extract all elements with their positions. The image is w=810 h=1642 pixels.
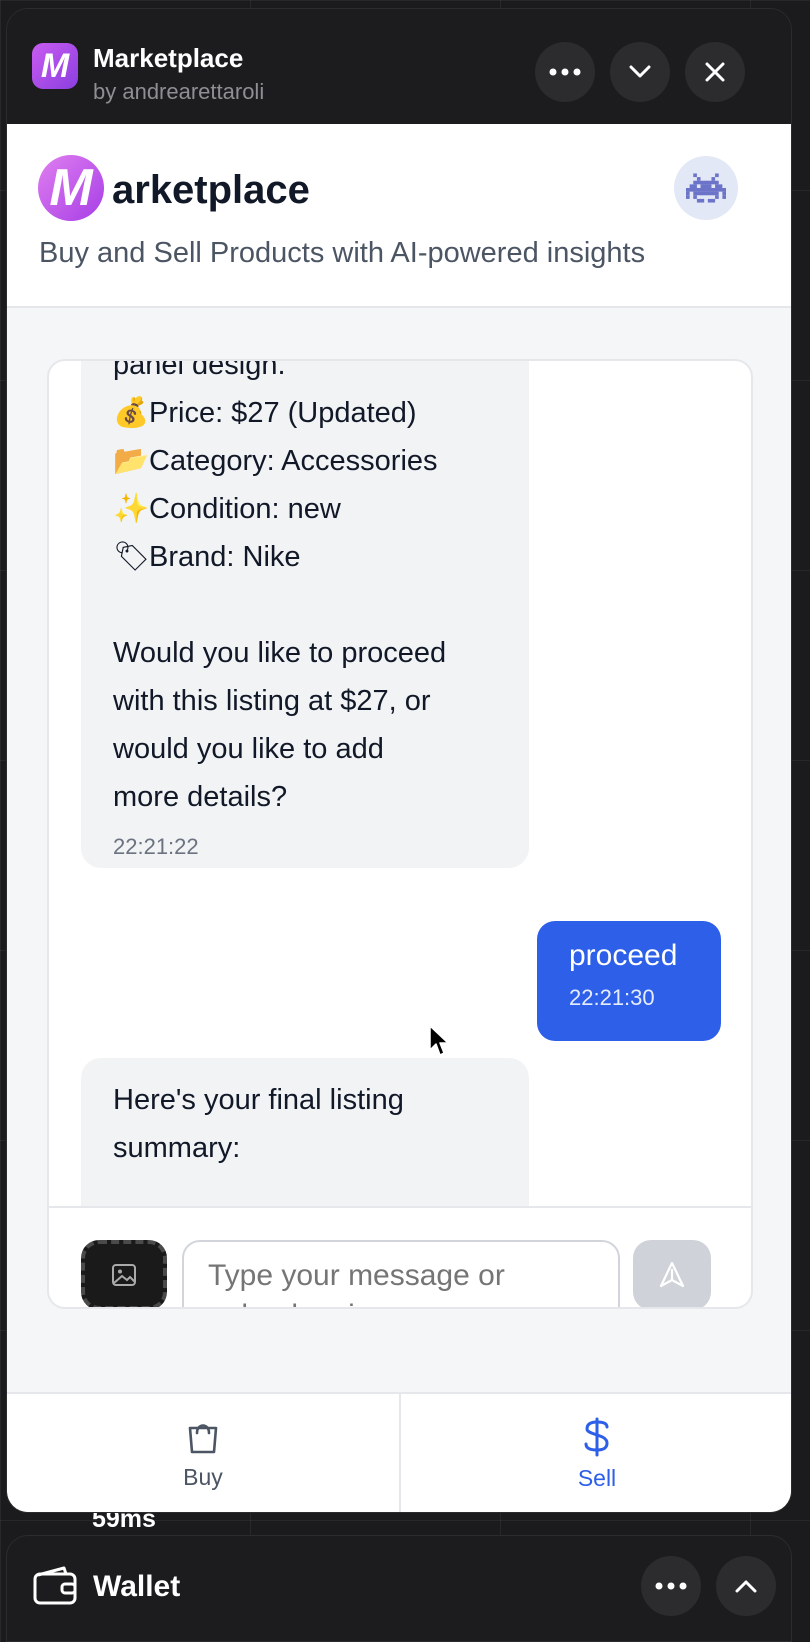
marketplace-header: M arketplace Buy and Sell Products with … xyxy=(7,124,791,308)
marketplace-content: M arketplace Buy and Sell Products with … xyxy=(7,124,791,1512)
bot-message: panel design. 💰Price: $27 (Updated) 📂Cat… xyxy=(81,361,529,868)
wallet-panel[interactable]: Wallet xyxy=(6,1535,792,1642)
shopping-bag-icon xyxy=(188,1423,218,1453)
bottom-navigation: Buy Sell xyxy=(7,1392,791,1512)
message-line: more details? xyxy=(113,781,288,813)
image-icon xyxy=(112,1264,136,1286)
wallet-more-button[interactable] xyxy=(641,1556,701,1616)
marketplace-app-window: M Marketplace by andrearettaroli M arket… xyxy=(6,8,792,1513)
tagline: Buy and Sell Products with AI-powered in… xyxy=(39,237,646,269)
bot-message: Here's your final listing summary: xyxy=(81,1058,529,1206)
window-titlebar: M Marketplace by andrearettaroli xyxy=(7,9,791,124)
nav-sell-label: Sell xyxy=(577,1464,617,1491)
close-icon xyxy=(705,62,725,82)
message-line: summary: xyxy=(113,1132,241,1164)
ellipsis-icon xyxy=(655,1582,687,1590)
nav-sell[interactable]: Sell xyxy=(399,1394,791,1512)
alien-invader-icon xyxy=(686,173,726,203)
mouse-cursor-icon xyxy=(429,1025,449,1056)
close-button[interactable] xyxy=(685,42,745,102)
app-title: Marketplace xyxy=(93,43,244,73)
message-list[interactable]: panel design. 💰Price: $27 (Updated) 📂Cat… xyxy=(49,361,751,1206)
message-line: with this listing at $27, or xyxy=(113,685,431,717)
brand-line: 🏷Brand: Nike xyxy=(113,533,497,581)
send-button[interactable] xyxy=(633,1240,711,1307)
chat-panel: panel design. 💰Price: $27 (Updated) 📂Cat… xyxy=(47,359,753,1309)
brand-logo: M xyxy=(38,155,104,221)
message-line: Brand: Nike xyxy=(149,541,301,573)
folder-icon: 📂 xyxy=(113,445,150,477)
app-icon: M xyxy=(32,43,78,89)
message-line: Price: $27 (Updated) xyxy=(149,397,417,429)
message-timestamp: 22:21:30 xyxy=(569,985,655,1010)
message-text: proceed xyxy=(569,939,678,972)
wallet-expand-button[interactable] xyxy=(716,1556,776,1616)
chevron-down-icon xyxy=(629,65,651,78)
condition-line: ✨Condition: new xyxy=(113,485,497,533)
avatar[interactable] xyxy=(674,156,738,220)
send-icon xyxy=(659,1261,685,1288)
message-line: would you like to add xyxy=(113,733,384,765)
message-line: panel design. xyxy=(113,361,286,381)
price-line: 💰Price: $27 (Updated) xyxy=(113,389,497,437)
brand-name: arketplace xyxy=(112,168,310,212)
message-composer xyxy=(49,1206,751,1307)
tag-icon: 🏷 xyxy=(113,541,150,573)
nav-buy[interactable]: Buy xyxy=(7,1394,399,1512)
ellipsis-icon xyxy=(549,68,581,76)
chevron-up-icon xyxy=(735,1580,757,1593)
message-line: Condition: new xyxy=(149,493,341,525)
app-author: by andrearettaroli xyxy=(93,79,265,104)
nav-buy-label: Buy xyxy=(183,1463,223,1490)
wallet-icon xyxy=(33,1566,77,1605)
money-bag-icon: 💰 xyxy=(113,397,150,429)
wallet-title: Wallet xyxy=(93,1570,181,1603)
message-line: Here's your final listing xyxy=(113,1084,404,1116)
message-line: Category: Accessories xyxy=(149,445,438,477)
more-options-button[interactable] xyxy=(535,42,595,102)
dollar-icon xyxy=(584,1417,609,1456)
upload-image-button[interactable] xyxy=(81,1240,167,1307)
message-timestamp: 22:21:22 xyxy=(113,834,199,859)
message-input[interactable] xyxy=(182,1240,620,1307)
user-message: proceed 22:21:30 xyxy=(537,921,721,1041)
message-line: Would you like to proceed xyxy=(113,637,447,669)
minimize-button[interactable] xyxy=(610,42,670,102)
sparkles-icon: ✨ xyxy=(113,493,150,525)
category-line: 📂Category: Accessories xyxy=(113,437,497,485)
